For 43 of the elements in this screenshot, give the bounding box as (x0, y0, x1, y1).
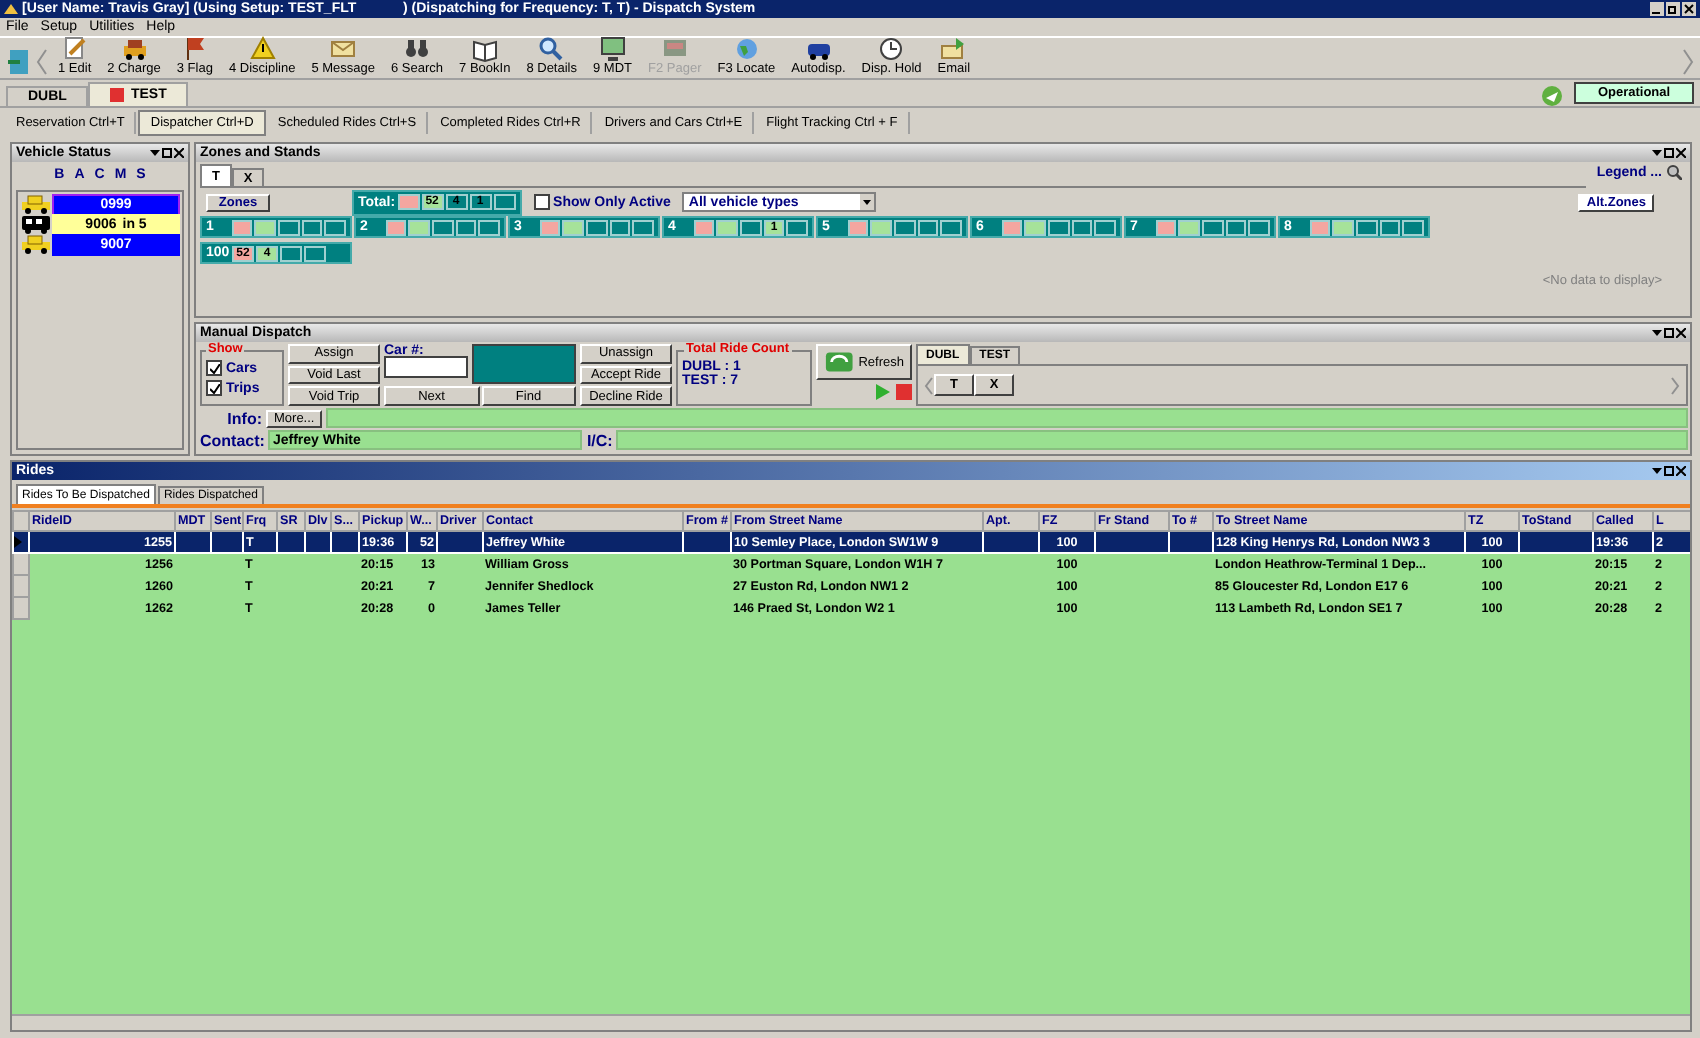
field-label: Contact: (200, 431, 265, 449)
car-number-field[interactable] (384, 356, 468, 378)
exit-icon[interactable] (6, 46, 34, 78)
dropdown-arrow-icon[interactable] (1652, 328, 1662, 338)
checkbox[interactable] (206, 360, 222, 376)
binoculars-icon (402, 34, 433, 62)
globe-icon (731, 34, 762, 62)
restore-icon[interactable] (162, 148, 172, 158)
monitor-icon (597, 34, 628, 62)
plane-icon (1542, 86, 1562, 106)
field-label: I/C: (586, 431, 613, 449)
taxi-icon (20, 194, 52, 214)
restore-icon[interactable] (1664, 466, 1674, 476)
restore-icon[interactable] (1666, 2, 1680, 16)
pager-icon (659, 34, 690, 62)
magnifier-icon (1666, 164, 1682, 180)
app-icon (4, 3, 18, 15)
checkbox[interactable] (206, 380, 222, 396)
close-icon[interactable] (1676, 466, 1686, 476)
taxi-icon (20, 234, 52, 254)
row-pointer-icon (15, 536, 22, 548)
car-icon (119, 34, 149, 62)
restore-icon[interactable] (1664, 328, 1674, 338)
ic-field[interactable] (616, 430, 1688, 450)
search-icon (536, 34, 567, 62)
dropdown-arrow-icon[interactable] (1652, 148, 1662, 158)
close-icon[interactable] (1676, 148, 1686, 158)
field-label: Info: (225, 409, 262, 427)
mail-icon (938, 34, 969, 62)
close-icon[interactable] (174, 148, 184, 158)
close-icon[interactable] (1676, 328, 1686, 338)
warning-icon (247, 34, 278, 62)
square-icon (110, 88, 125, 102)
restore-icon[interactable] (1664, 148, 1674, 158)
dropdown-arrow-icon[interactable] (1652, 466, 1662, 476)
close-icon[interactable] (1682, 2, 1696, 16)
info-field[interactable] (326, 408, 1688, 428)
checkbox[interactable] (533, 194, 550, 210)
van-icon (20, 214, 52, 234)
minimize-icon[interactable] (1650, 2, 1664, 16)
dropdown-arrow-icon[interactable] (150, 148, 160, 158)
dropdown-arrow-icon[interactable] (860, 194, 875, 210)
car-display (472, 344, 576, 384)
